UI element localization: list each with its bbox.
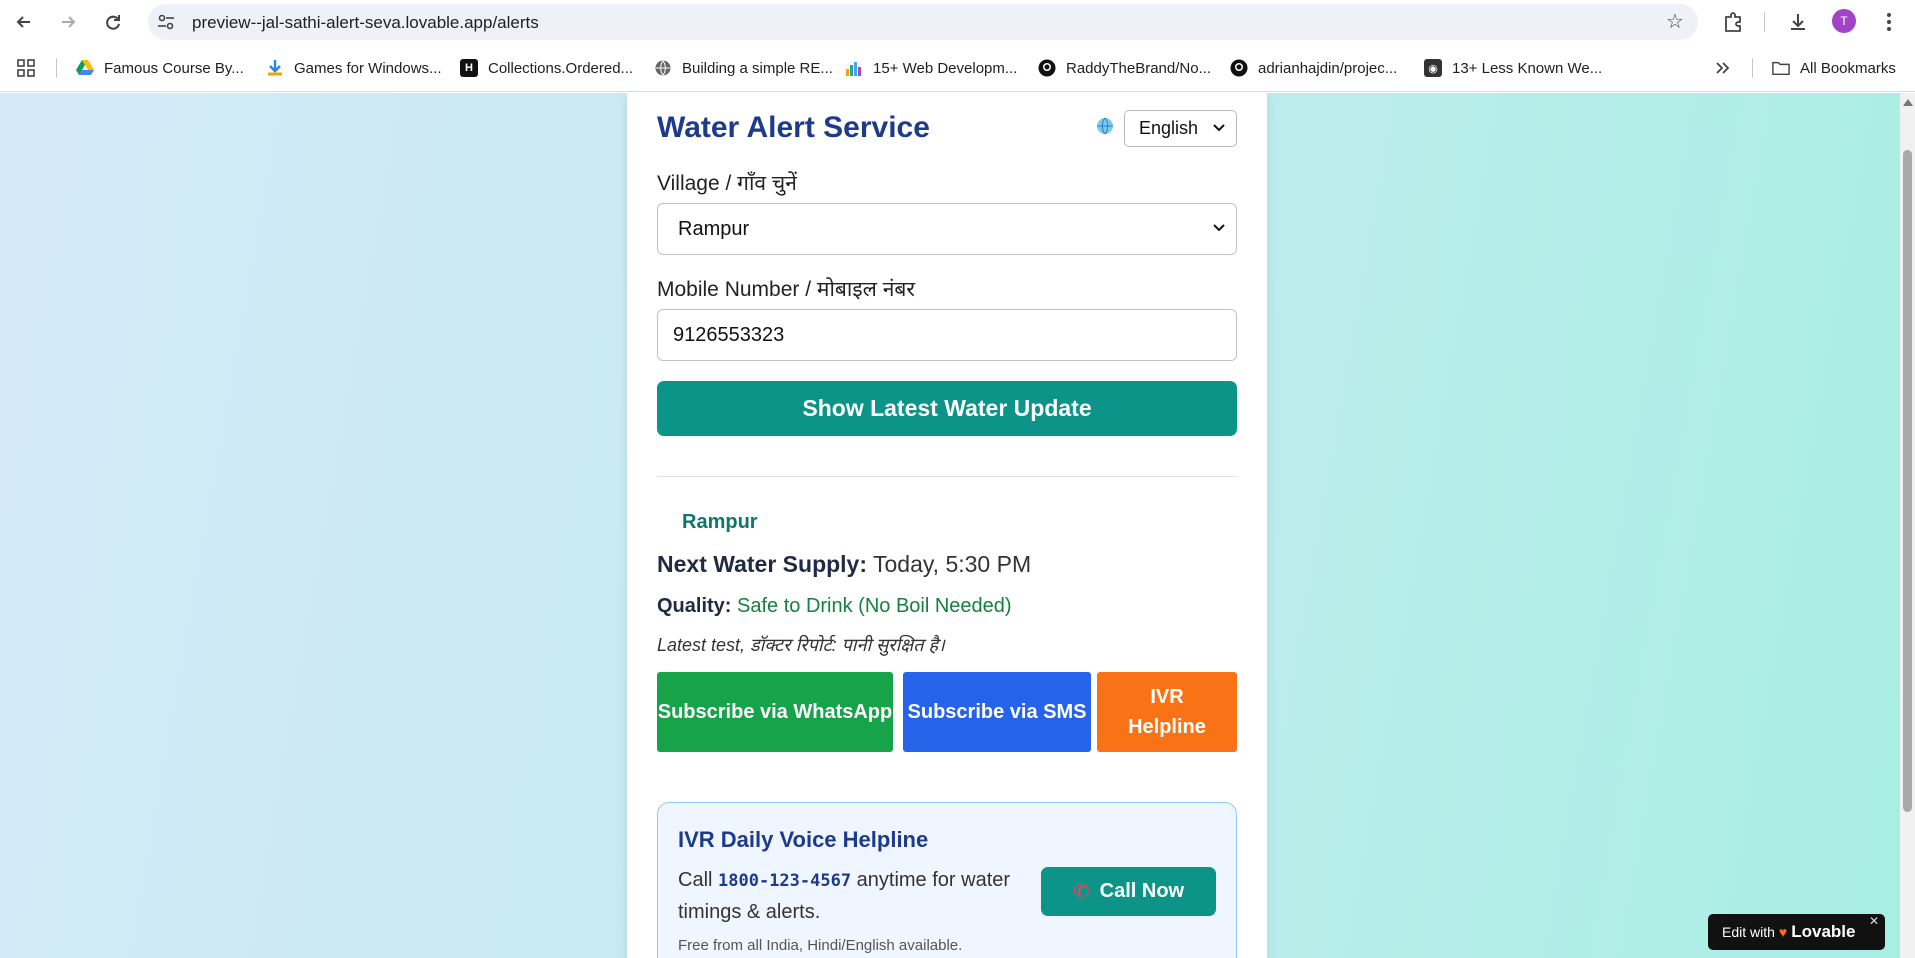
call-now-label: Call Now	[1099, 880, 1185, 902]
bookmark-item[interactable]: Famous Course By...	[76, 56, 244, 80]
bookmark-label: Famous Course By...	[104, 59, 244, 77]
all-bookmarks-label: All Bookmarks	[1800, 59, 1896, 77]
url-text: preview--jal-sathi-alert-seva.lovable.ap…	[192, 13, 539, 32]
bookmark-item[interactable]: adrianhajdin/projec...	[1230, 56, 1397, 80]
phone-icon: ✆	[1072, 881, 1090, 903]
all-bookmarks[interactable]: All Bookmarks	[1772, 56, 1896, 80]
water-quality: Quality: Safe to Drink (No Boil Needed)	[657, 595, 1012, 618]
bookmark-item[interactable]: Games for Windows...	[266, 56, 442, 80]
extensions-icon[interactable]	[1720, 9, 1746, 35]
bookmark-label: 15+ Web Developm...	[873, 59, 1018, 77]
lovable-heart-icon: ♥	[1778, 924, 1788, 940]
subscribe-whatsapp-button[interactable]: Subscribe via WhatsApp	[657, 672, 893, 752]
bookmark-label: adrianhajdin/projec...	[1258, 59, 1398, 77]
download-icon[interactable]	[1785, 9, 1811, 35]
next-supply-value: Today, 5:30 PM	[873, 551, 1032, 577]
chevron-double-right-icon[interactable]	[1714, 56, 1730, 80]
village-value: Rampur	[678, 217, 750, 240]
ivr-heading: IVR Daily Voice Helpline	[678, 827, 929, 852]
language-select[interactable]: English	[1124, 110, 1237, 147]
mobile-label: Mobile Number / मोबाइल नंबर	[657, 278, 915, 301]
divider	[657, 476, 1237, 477]
bookmark-item[interactable]: RaddyTheBrand/No...	[1038, 56, 1211, 80]
mobile-value: 9126553323	[673, 323, 785, 346]
forward-icon[interactable]	[54, 8, 82, 36]
reload-icon[interactable]	[99, 8, 127, 36]
subscribe-sms-button[interactable]: Subscribe via SMS	[903, 672, 1091, 752]
page-scrollbar[interactable]	[1900, 93, 1915, 958]
github-icon	[1038, 59, 1056, 77]
bookmark-label: Games for Windows...	[294, 59, 442, 77]
back-icon[interactable]	[10, 8, 38, 36]
bookmark-item[interactable]: 15+ Web Developm...	[845, 56, 1017, 80]
ivr-description: Call 1800-123-4567 anytime for water tim…	[678, 865, 1038, 928]
globe-icon	[1097, 117, 1113, 135]
quality-value: Safe to Drink (No Boil Needed)	[737, 595, 1012, 617]
bookmark-label: RaddyTheBrand/No...	[1066, 59, 1212, 77]
address-bar[interactable]: preview--jal-sathi-alert-seva.lovable.ap…	[148, 4, 1698, 40]
google-drive-icon	[76, 59, 94, 77]
github-icon	[1230, 59, 1248, 77]
bookmark-label: 13+ Less Known We...	[1452, 59, 1603, 77]
show-update-button[interactable]: Show Latest Water Update	[657, 381, 1237, 436]
page-title: Water Alert Service	[657, 111, 930, 144]
bookmarks-divider	[1752, 58, 1753, 78]
chevron-down-icon	[1213, 224, 1225, 232]
next-supply: Next Water Supply: Today, 5:30 PM	[657, 551, 1031, 578]
language-value: English	[1139, 118, 1199, 138]
next-supply-label: Next Water Supply:	[657, 551, 868, 577]
folder-icon	[1772, 59, 1790, 77]
dev-icon: ◉	[1424, 59, 1442, 77]
mobile-input[interactable]: 9126553323	[657, 309, 1237, 361]
more-menu-icon[interactable]	[1876, 9, 1902, 35]
site-settings-icon[interactable]	[156, 12, 176, 32]
bookmarks-divider	[56, 58, 57, 78]
bookmark-item[interactable]: H Collections.Ordered...	[460, 56, 633, 80]
toolbar-divider	[1764, 12, 1765, 32]
ivr-helpline-button[interactable]: IVR Helpline	[1097, 672, 1237, 752]
badge-brand: Lovable	[1791, 922, 1856, 941]
profile-avatar[interactable]: T	[1832, 9, 1856, 33]
test-note: Latest test, डॉक्टर रिपोर्ट: पानी सुरक्ष…	[657, 635, 945, 655]
alert-card: Water Alert Service English Village / गा…	[627, 93, 1267, 958]
chevron-down-icon	[1213, 124, 1225, 132]
call-now-button[interactable]: ✆ Call Now	[1041, 867, 1216, 916]
scroll-up-arrow-icon[interactable]	[1903, 99, 1913, 106]
quality-label: Quality:	[657, 595, 732, 617]
result-village: Rampur	[682, 511, 758, 533]
close-icon[interactable]: ✕	[1869, 914, 1879, 928]
globe-icon	[654, 59, 672, 77]
bookmark-item[interactable]: ◉ 13+ Less Known We...	[1424, 56, 1602, 80]
ivr-free-note: Free from all India, Hindi/English avail…	[678, 937, 963, 954]
bookmark-label: Collections.Ordered...	[488, 59, 634, 77]
bookmarks-bar: Famous Course By... Games for Windows...…	[0, 44, 1915, 92]
bookmark-item[interactable]: Building a simple RE...	[654, 56, 833, 80]
apps-grid-icon[interactable]	[16, 56, 36, 80]
ivr-helpline-card: IVR Daily Voice Helpline Call 1800-123-4…	[657, 802, 1237, 958]
browser-toolbar: preview--jal-sathi-alert-seva.lovable.ap…	[0, 0, 1915, 44]
ivr-call-prefix: Call	[678, 869, 713, 891]
page-viewport: Water Alert Service English Village / गा…	[0, 93, 1900, 958]
hackernoon-icon: H	[460, 59, 478, 77]
download-icon	[266, 59, 284, 77]
village-select[interactable]: Rampur	[657, 203, 1237, 255]
village-label: Village / गाँव चुनें	[657, 172, 797, 195]
badge-prefix: Edit with	[1722, 924, 1775, 940]
ivr-phone-number: 1800-123-4567	[718, 871, 852, 891]
scrollbar-thumb[interactable]	[1903, 150, 1912, 812]
bookmark-star-icon[interactable]: ☆	[1664, 12, 1686, 34]
bars-icon	[845, 59, 863, 77]
edit-with-lovable-badge[interactable]: Edit with ♥ Lovable ✕	[1708, 914, 1885, 950]
bookmark-label: Building a simple RE...	[682, 59, 833, 77]
